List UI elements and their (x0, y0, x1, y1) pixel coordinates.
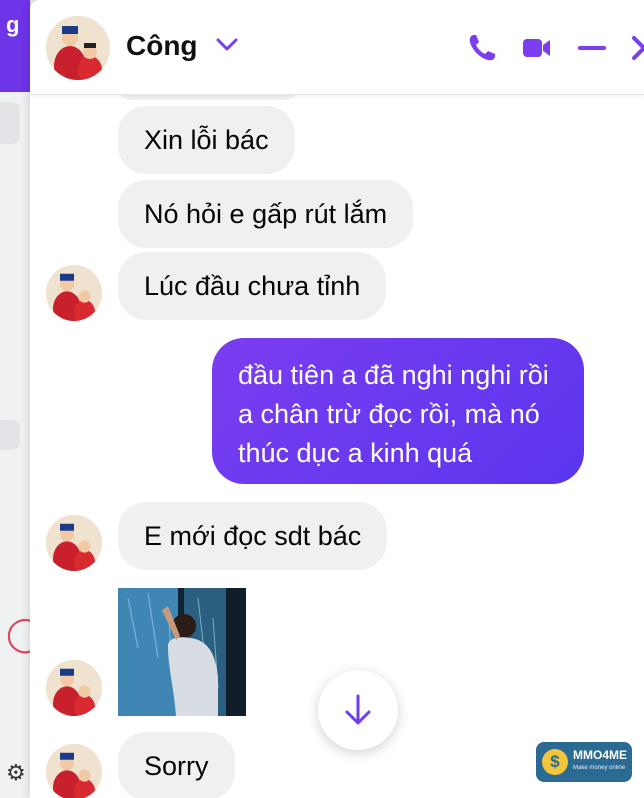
contact-name[interactable]: Công (126, 30, 198, 62)
contact-avatar[interactable] (46, 16, 110, 80)
message-list[interactable]: Xin lỗi bác Nó hỏi e gấp rút lắm Lúc đầu… (30, 74, 644, 798)
chat-header: Công (30, 0, 644, 95)
chat-window: Công Xin lỗi bác Nó hỏi e gấp rút lắm Lú… (30, 0, 644, 798)
watermark-logo: $ MMO4ME Make money online (536, 742, 632, 782)
shared-image[interactable] (118, 588, 246, 716)
received-message: E mới đọc sdt bác (118, 502, 388, 570)
dollar-coin-icon: $ (542, 749, 568, 775)
background-app-text: g (6, 12, 20, 37)
scroll-to-bottom-button[interactable] (318, 670, 398, 750)
minimize-icon[interactable] (576, 32, 608, 64)
video-icon[interactable] (520, 32, 552, 64)
contact-message-avatar[interactable] (46, 744, 102, 798)
received-message: Sorry (118, 732, 235, 798)
watermark-brand: MMO4ME (573, 748, 627, 762)
close-icon[interactable] (628, 32, 644, 64)
received-message: Nó hỏi e gấp rút lắm (118, 180, 414, 248)
gear-icon[interactable]: ⚙ (6, 762, 28, 784)
background-panel (0, 420, 20, 450)
chevron-down-icon[interactable] (216, 38, 238, 52)
background-app: g ◯ ⚙ (0, 0, 45, 798)
contact-message-avatar[interactable] (46, 265, 102, 321)
watermark-tagline: Make money online (573, 765, 626, 771)
phone-icon[interactable] (466, 32, 498, 64)
contact-message-avatar[interactable] (46, 660, 102, 716)
contact-message-avatar[interactable] (46, 515, 102, 571)
received-message: Lúc đầu chưa tỉnh (118, 252, 387, 320)
arrow-down-icon (345, 694, 371, 725)
sent-message: đầu tiên a đã nghi nghi rồi a chân trừ đ… (212, 338, 584, 484)
background-panel (0, 102, 20, 144)
gift-icon: ◯ (6, 615, 45, 653)
background-app-header: g (0, 0, 30, 92)
received-message: Xin lỗi bác (118, 106, 295, 174)
